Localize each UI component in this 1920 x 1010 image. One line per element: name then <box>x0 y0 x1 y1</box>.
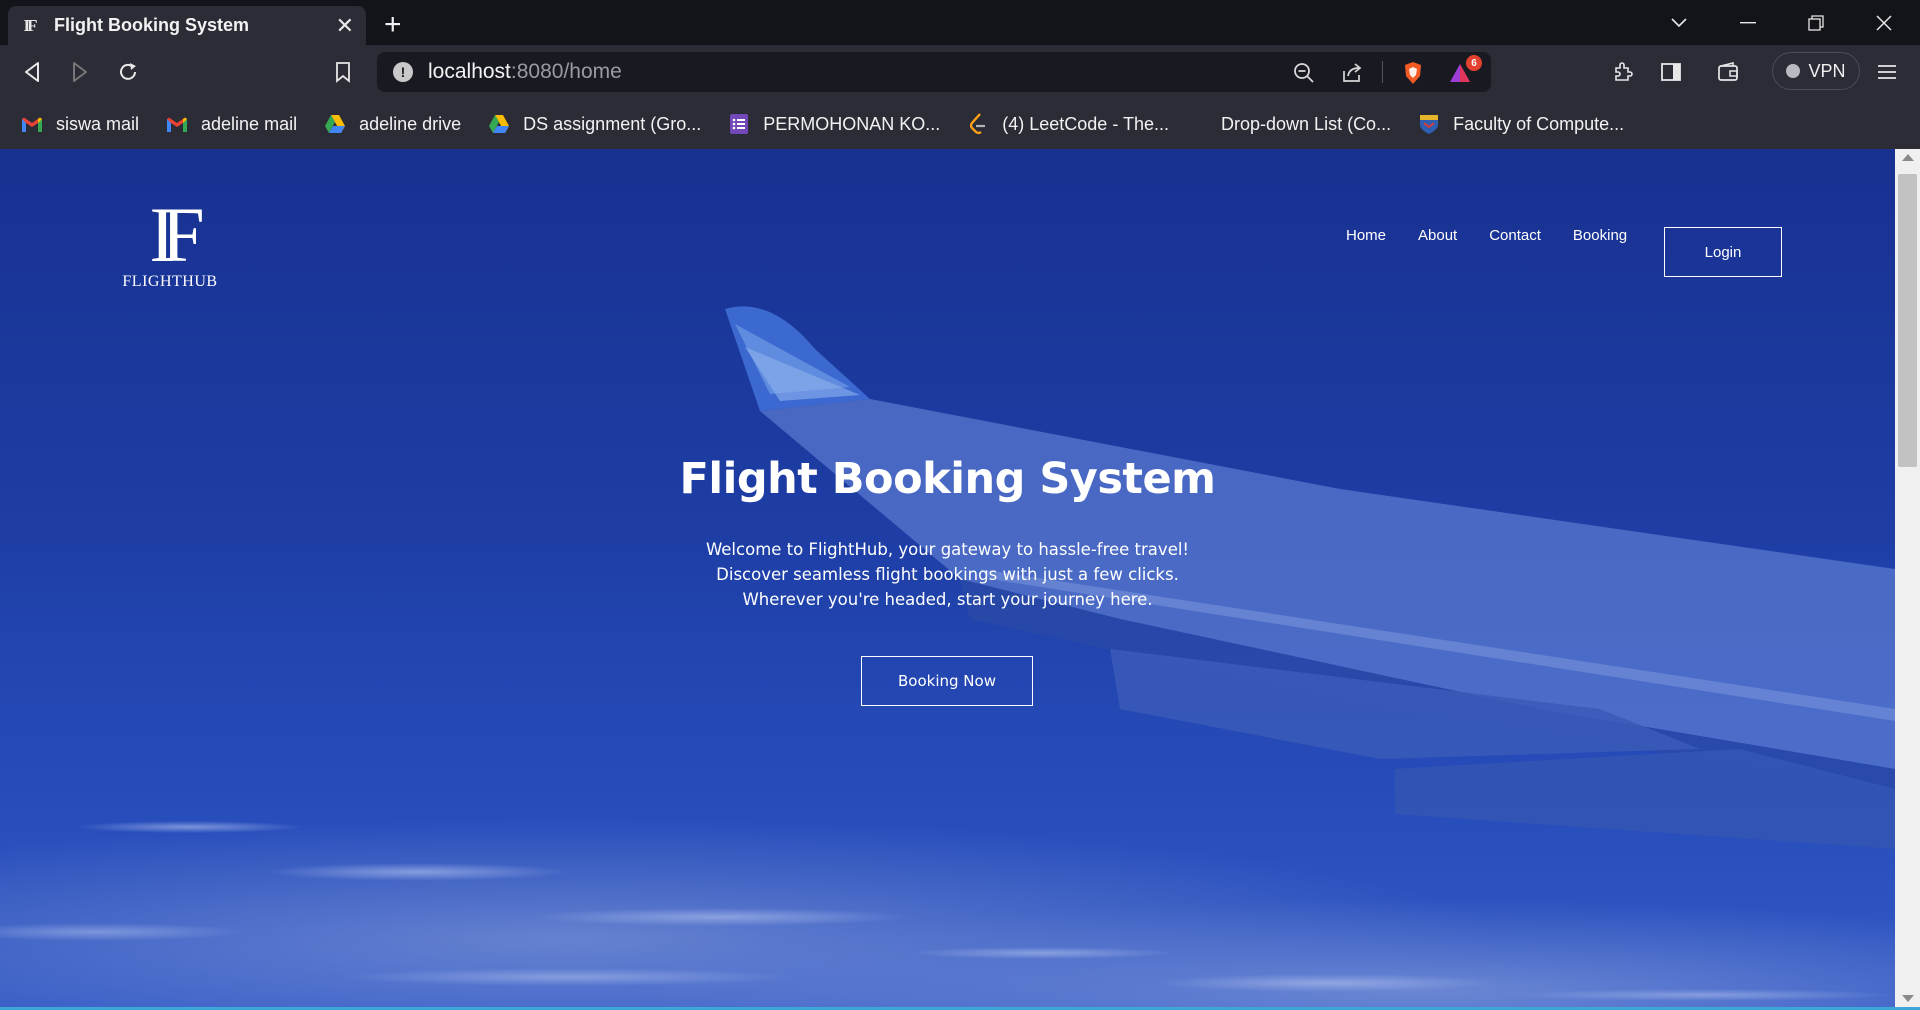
hero-description-line: Discover seamless flight bookings with j… <box>716 565 1179 584</box>
bookmark-item[interactable]: PERMOHONAN KO... <box>727 112 940 136</box>
address-bar[interactable]: ! localhost:8080/home 6 <box>377 52 1491 92</box>
window-close-icon[interactable] <box>1864 0 1904 45</box>
gmail-icon <box>165 112 189 136</box>
main-nav: Home About Contact Booking <box>1346 227 1659 244</box>
zoom-out-icon[interactable] <box>1292 61 1316 85</box>
share-icon[interactable] <box>1340 61 1364 85</box>
browser-tab-active[interactable]: IF Flight Booking System ✕ <box>8 6 366 45</box>
rewards-badge: 6 <box>1466 55 1482 71</box>
wallet-icon[interactable] <box>1714 58 1742 86</box>
scroll-down-icon[interactable] <box>1902 995 1914 1002</box>
url-path: :8080/home <box>510 60 622 83</box>
hero-description: Welcome to FlightHub, your gateway to ha… <box>0 537 1895 612</box>
bookmark-icon[interactable] <box>329 58 357 86</box>
bookmark-item[interactable]: (4) LeetCode - The... <box>966 112 1169 136</box>
login-button[interactable]: Login <box>1664 227 1782 277</box>
tab-strip: IF Flight Booking System ✕ + <box>0 0 1920 45</box>
menu-icon[interactable] <box>1873 58 1901 86</box>
bookmark-item[interactable]: Drop-down List (Co... <box>1221 114 1391 135</box>
back-icon[interactable] <box>18 58 46 86</box>
tab-title: Flight Booking System <box>54 15 250 35</box>
new-tab-icon[interactable]: + <box>384 8 402 42</box>
bookmark-item[interactable]: siswa mail <box>20 112 139 136</box>
tab-close-icon[interactable]: ✕ <box>336 14 354 37</box>
hero-description-line: Welcome to FlightHub, your gateway to ha… <box>705 540 1190 559</box>
extensions-icon[interactable] <box>1609 58 1637 86</box>
reload-icon[interactable] <box>114 58 142 86</box>
logo-wordmark: FLIGHTHUB <box>122 273 218 290</box>
minimize-icon[interactable] <box>1728 0 1768 45</box>
url-host: localhost <box>428 60 511 83</box>
browser-toolbar: ! localhost:8080/home 6 VPN <box>0 45 1920 99</box>
nav-booking[interactable]: Booking <box>1573 227 1627 244</box>
nav-about[interactable]: About <box>1418 227 1457 244</box>
page-scrollbar[interactable] <box>1895 149 1920 1007</box>
site-logo[interactable]: IF FLIGHTHUB <box>118 195 222 291</box>
brave-shields-icon[interactable] <box>1401 61 1425 85</box>
omnibox-divider <box>1382 61 1383 83</box>
bookmark-item[interactable]: adeline drive <box>323 112 461 136</box>
flighthub-favicon-icon: IF <box>23 15 38 35</box>
nav-home[interactable]: Home <box>1346 227 1386 244</box>
bookmarks-bar: siswa mail adeline mail adeline drive DS… <box>0 99 1920 149</box>
google-forms-icon <box>727 112 751 136</box>
university-crest-icon <box>1417 112 1441 136</box>
restore-icon[interactable] <box>1796 0 1836 45</box>
nav-contact[interactable]: Contact <box>1489 227 1541 244</box>
hero-section: IF FLIGHTHUB Home About Contact Booking … <box>0 149 1895 1007</box>
scroll-up-icon[interactable] <box>1902 154 1914 161</box>
gmail-icon <box>20 112 44 136</box>
bookmark-item[interactable]: DS assignment (Gro... <box>487 112 701 136</box>
hero-title: Flight Booking System <box>679 454 1216 504</box>
hero-description-line: Wherever you're headed, start your journ… <box>742 590 1153 609</box>
site-info-icon[interactable]: ! <box>393 62 413 82</box>
forward-icon[interactable] <box>66 58 94 86</box>
vpn-label: VPN <box>1808 60 1846 81</box>
scrollbar-thumb[interactable] <box>1898 174 1917 467</box>
vpn-status-icon <box>1786 64 1801 78</box>
bookmark-item[interactable]: adeline mail <box>165 112 297 136</box>
vpn-button[interactable]: VPN <box>1772 52 1860 90</box>
flighthub-monogram-icon: IF <box>149 191 204 278</box>
google-drive-icon <box>323 112 347 136</box>
google-drive-icon <box>487 112 511 136</box>
booking-now-button[interactable]: Booking Now <box>861 656 1033 706</box>
tab-search-chevron-icon[interactable] <box>1666 0 1692 45</box>
sidebar-toggle-icon[interactable] <box>1657 58 1685 86</box>
bookmark-item[interactable]: Faculty of Compute... <box>1417 112 1624 136</box>
leetcode-icon <box>966 112 990 136</box>
